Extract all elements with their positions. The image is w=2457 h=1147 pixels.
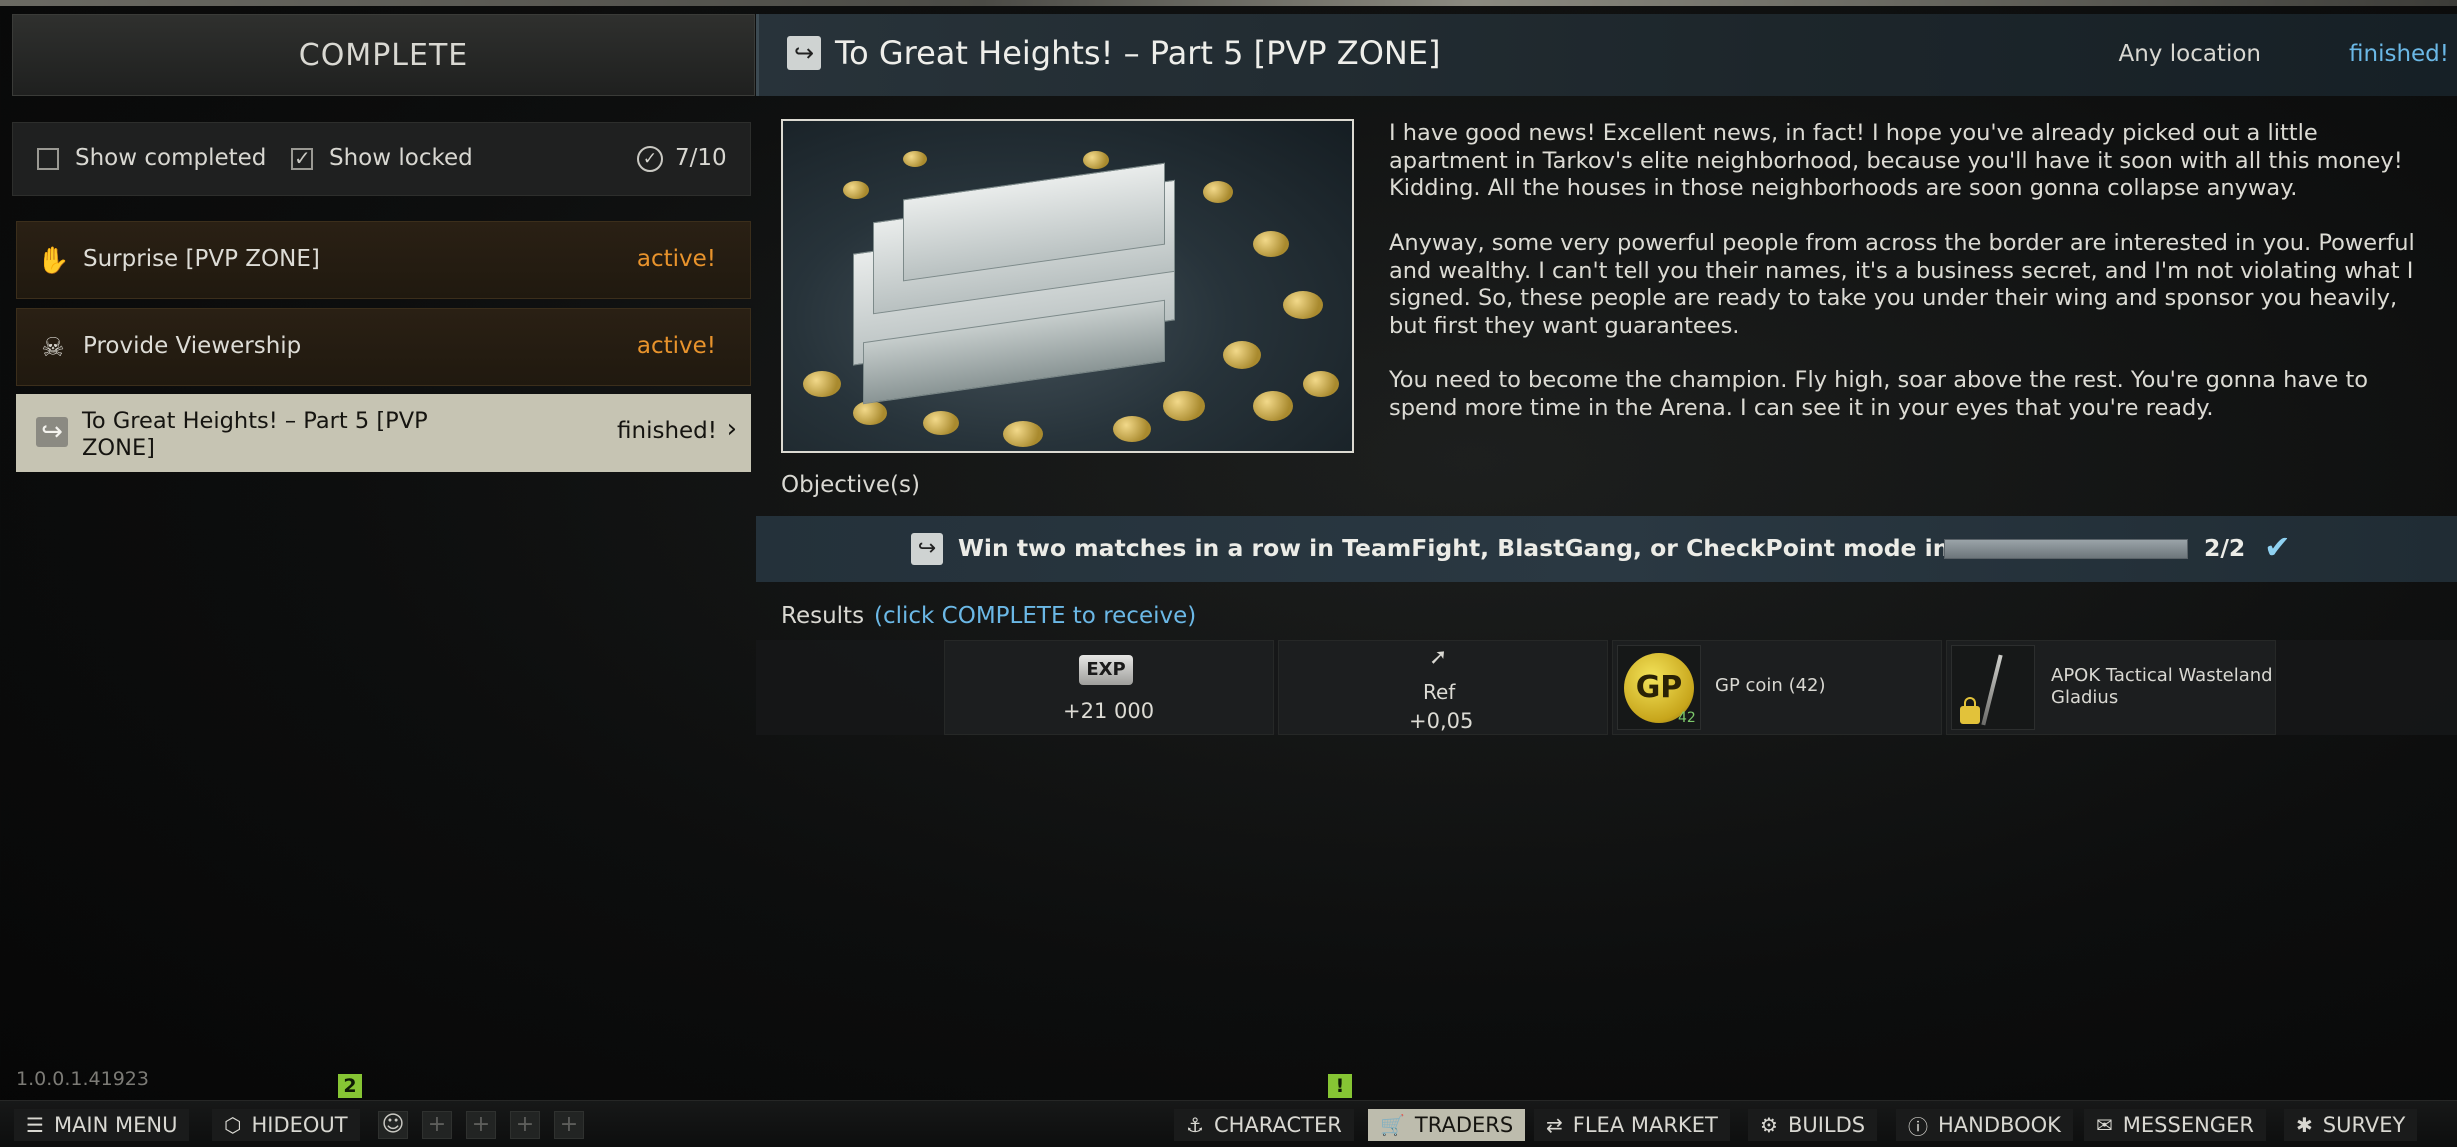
- quest-item-surprise[interactable]: ✋ Surprise [PVP ZONE] active!: [16, 221, 751, 299]
- messenger-button[interactable]: ✉ MESSENGER: [2084, 1109, 2266, 1141]
- reward-gladius[interactable]: APOK Tactical Wasteland Gladius: [1946, 640, 2276, 735]
- handbook-button[interactable]: ⓘ HANDBOOK: [1896, 1109, 2073, 1141]
- hamburger-menu-icon: ☰: [26, 1113, 44, 1137]
- cart-icon: 🛒: [1380, 1113, 1405, 1137]
- skull-icon: ☠: [41, 333, 65, 363]
- character-button[interactable]: ⚓ CHARACTER: [1174, 1109, 1354, 1141]
- hideout-icon: ⬡: [224, 1113, 242, 1137]
- quest-title: To Great Heights! – Part 5 [PVP ZONE]: [835, 34, 1441, 72]
- quest-header: ↪ To Great Heights! – Part 5 [PVP ZONE] …: [756, 14, 2457, 96]
- flea-market-button[interactable]: ⇄ FLEA MARKET: [1534, 1109, 1730, 1141]
- quest-status: finished!: [2349, 41, 2449, 67]
- nav-label: MAIN MENU: [53, 1113, 178, 1137]
- show-locked-checkbox[interactable]: [291, 146, 313, 170]
- info-icon: ⓘ: [1908, 1114, 1928, 1139]
- reputation-value: +0,05: [1409, 709, 1474, 733]
- objective-text: Win two matches in a row in TeamFight, B…: [958, 534, 2036, 562]
- quest-name: Surprise [PVP ZONE]: [83, 246, 320, 272]
- quest-status: active!: [636, 246, 716, 272]
- builds-icon: ⚙: [1760, 1113, 1778, 1137]
- nav-label: SURVEY: [2322, 1113, 2406, 1137]
- quest-item-to-great-heights[interactable]: ↪ To Great Heights! – Part 5 [PVP ZONE] …: [16, 394, 751, 472]
- objective-row: ↪ Win two matches in a row in TeamFight,…: [756, 516, 2457, 582]
- add-slot-icon[interactable]: +: [510, 1111, 540, 1139]
- quest-status: finished!: [617, 418, 717, 444]
- bottom-nav-bar: ☰ MAIN MENU ⬡ HIDEOUT ☺ + + + + ⚓ CHARAC…: [0, 1100, 2457, 1147]
- item-name: APOK Tactical Wasteland Gladius: [2051, 665, 2273, 708]
- quest-name: To Great Heights! – Part 5 [PVP ZONE]: [82, 408, 428, 461]
- objectives-label: Objective(s): [781, 472, 920, 498]
- quest-description-paragraph: You need to become the champion. Fly hig…: [1389, 367, 2369, 421]
- show-locked-label[interactable]: Show locked: [329, 145, 473, 171]
- show-completed-checkbox[interactable]: [37, 148, 59, 170]
- reward-reputation: ➚ Ref +0,05: [1278, 640, 1608, 735]
- chevron-right-icon: ›: [726, 414, 737, 444]
- objective-progress-count: 2/2: [2204, 534, 2246, 562]
- nav-label: TRADERS: [1414, 1113, 1514, 1137]
- nav-label: BUILDS: [1787, 1113, 1866, 1137]
- reputation-trader-name: Ref: [1423, 680, 1456, 704]
- reward-gp-coin[interactable]: GP 42 GP coin (42): [1612, 640, 1942, 735]
- nav-label: FLEA MARKET: [1572, 1113, 1718, 1137]
- checkmark-icon: ✔: [2264, 528, 2291, 566]
- quest-name: Provide Viewership: [83, 333, 302, 359]
- exchange-icon: ⇄: [1546, 1113, 1563, 1137]
- quest-status: active!: [636, 333, 716, 359]
- quest-description-paragraph: I have good news! Excellent news, in fac…: [1389, 120, 2403, 201]
- item-cell[interactable]: [1951, 645, 2035, 730]
- reputation-up-icon: ➚: [1429, 645, 1448, 670]
- blade-icon: [1981, 654, 2003, 726]
- item-quantity: 42: [1678, 710, 1696, 726]
- nav-label: HANDBOOK: [1938, 1113, 2061, 1137]
- rewards-row: EXP +21 000 ➚ Ref +0,05 GP 42 GP coin (4…: [756, 640, 2457, 735]
- quest-item-provide-viewership[interactable]: ☠ Provide Viewership active!: [16, 308, 751, 386]
- reward-exp: EXP +21 000: [944, 640, 1274, 735]
- hideout-button[interactable]: ⬡ HIDEOUT: [212, 1109, 360, 1141]
- objective-progress-fill: [1945, 540, 2187, 558]
- nav-label: CHARACTER: [1213, 1113, 1342, 1137]
- exit-icon: ↪: [911, 533, 943, 565]
- objective-progress-bar: [1944, 539, 2188, 559]
- lock-icon: [1960, 697, 1980, 724]
- add-slot-icon[interactable]: +: [422, 1111, 452, 1139]
- filter-bar: Show completed Show locked ✓ 7/10: [12, 122, 751, 196]
- hideout-badge: 2: [338, 1074, 362, 1098]
- results-label: Results: [781, 603, 865, 629]
- survey-button[interactable]: ✱ SURVEY: [2284, 1109, 2418, 1141]
- quest-location: Any location: [2118, 41, 2262, 67]
- exit-icon: ↪: [787, 36, 821, 70]
- quest-image: [781, 119, 1354, 453]
- main-menu-button[interactable]: ☰ MAIN MENU: [14, 1109, 190, 1141]
- check-circle-icon: ✓: [637, 146, 663, 172]
- results-hint: (click COMPLETE to receive): [874, 603, 1197, 629]
- character-icon: ⚓: [1186, 1113, 1204, 1137]
- top-strip: [0, 0, 2457, 6]
- hand-icon: ✋: [37, 246, 70, 276]
- exp-badge: EXP: [1079, 655, 1133, 685]
- quest-description-paragraph: Anyway, some very powerful people from a…: [1389, 230, 2415, 339]
- complete-button[interactable]: COMPLETE: [12, 14, 755, 96]
- item-cell[interactable]: GP 42: [1617, 645, 1701, 730]
- pmc-avatar-icon[interactable]: ☺: [378, 1111, 408, 1139]
- traders-button[interactable]: 🛒 TRADERS: [1368, 1109, 1526, 1141]
- add-slot-icon[interactable]: +: [554, 1111, 584, 1139]
- show-completed-label[interactable]: Show completed: [75, 145, 266, 171]
- message-icon: ✉: [2096, 1113, 2113, 1137]
- version-label: 1.0.0.1.41923: [16, 1068, 149, 1090]
- survey-icon: ✱: [2296, 1113, 2313, 1137]
- nav-label: MESSENGER: [2122, 1113, 2254, 1137]
- add-slot-icon[interactable]: +: [466, 1111, 496, 1139]
- builds-button[interactable]: ⚙ BUILDS: [1748, 1109, 1878, 1141]
- quest-count: 7/10: [675, 145, 727, 171]
- traders-badge: !: [1328, 1074, 1352, 1098]
- exit-icon: ↪: [36, 417, 68, 447]
- nav-label: HIDEOUT: [251, 1113, 348, 1137]
- item-name: GP coin (42): [1715, 675, 1826, 696]
- exp-value: +21 000: [1063, 699, 1155, 723]
